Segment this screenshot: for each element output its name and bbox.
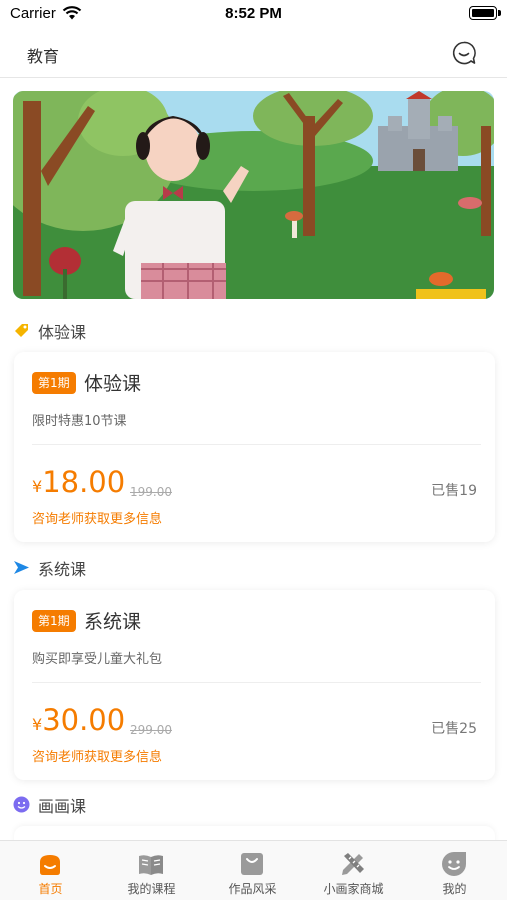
original-price: 199.00 [130, 485, 172, 499]
tab-home[interactable]: 首页 [0, 841, 101, 900]
banner-illustration [13, 91, 494, 299]
battery-icon [469, 6, 501, 20]
tag-icon [15, 324, 28, 337]
page-title: 教育 [27, 47, 60, 66]
banner-image[interactable] [13, 91, 494, 299]
status-bar: Carrier 8:52 PM [0, 0, 507, 30]
consult-teacher-link[interactable]: 咨询老师获取更多信息 [32, 508, 162, 527]
nav-bar: 教育 [0, 32, 507, 78]
tab-bar: 首页 我的课程 作品风采 小画家商城 我的 [0, 840, 507, 900]
current-price: ¥30.00 [32, 703, 125, 737]
course-title: 体验课 [84, 373, 142, 395]
original-price: 299.00 [130, 723, 172, 737]
tab-label: 我的 [442, 882, 467, 896]
section-header-drawing: 画画课 [13, 793, 313, 816]
section-header-trial: 体验课 [13, 319, 313, 342]
section-header-system: 系统课 [13, 556, 313, 579]
section-label: 画画课 [38, 797, 87, 816]
course-subtitle: 限时特惠10节课 [32, 414, 127, 429]
period-badge: 第1期 [32, 610, 76, 632]
tab-my-courses[interactable]: 我的课程 [101, 841, 202, 900]
chat-bubble-icon[interactable] [451, 40, 477, 66]
status-time: 8:52 PM [225, 5, 282, 22]
tab-mine[interactable]: 我的 [404, 841, 505, 900]
divider [32, 444, 481, 445]
section-label: 系统课 [38, 560, 87, 579]
tab-shop[interactable]: 小画家商城 [303, 841, 404, 900]
current-price: ¥18.00 [32, 465, 125, 499]
period-badge: 第1期 [32, 372, 76, 394]
profile-face-icon [442, 852, 466, 876]
tab-label: 小画家商城 [323, 882, 384, 896]
price-value: 18.00 [42, 465, 126, 499]
divider [32, 682, 481, 683]
tab-label: 首页 [38, 882, 63, 896]
course-card-trial[interactable]: 第1期 体验课 限时特惠10节课 ¥18.00 199.00 已售19 咨询老师… [14, 352, 495, 542]
book-icon [139, 855, 163, 875]
course-title: 系统课 [84, 611, 142, 633]
home-icon [40, 855, 60, 875]
arrow-right-icon [14, 561, 29, 574]
smiley-icon [13, 796, 30, 813]
sold-count: 已售25 [431, 721, 477, 737]
tab-label: 作品风采 [228, 882, 277, 896]
course-subtitle: 购买即享受儿童大礼包 [32, 652, 163, 667]
section-label: 体验课 [38, 323, 87, 342]
currency-symbol: ¥ [32, 477, 43, 496]
price-value: 30.00 [42, 703, 126, 737]
tab-label: 我的课程 [127, 882, 176, 896]
currency-symbol: ¥ [32, 715, 43, 734]
consult-teacher-link[interactable]: 咨询老师获取更多信息 [32, 746, 162, 765]
sold-count: 已售19 [431, 483, 477, 499]
tab-works[interactable]: 作品风采 [202, 841, 303, 900]
pencil-ruler-icon [342, 853, 364, 875]
course-card-system[interactable]: 第1期 系统课 购买即享受儿童大礼包 ¥30.00 299.00 已售25 咨询… [14, 590, 495, 780]
bag-icon [241, 853, 263, 875]
